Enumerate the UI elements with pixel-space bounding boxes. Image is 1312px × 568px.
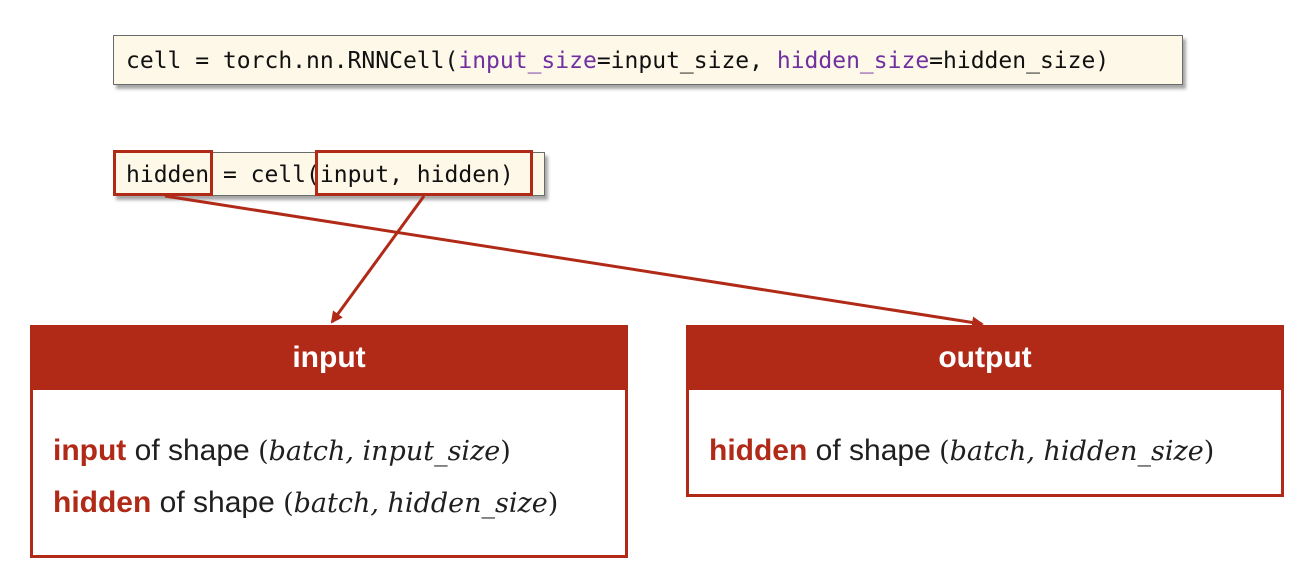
term-hidden: hidden xyxy=(709,434,808,467)
input-box: input input of shape (batch, input_size)… xyxy=(30,325,628,558)
output-box: output hidden of shape (batch, hidden_si… xyxy=(686,325,1284,497)
math-input-shape: batch, input_size xyxy=(268,436,501,467)
math-close-paren: ) xyxy=(1203,436,1215,467)
math-close-paren: ) xyxy=(500,436,511,467)
arrow-args-to-input xyxy=(330,195,426,324)
output-box-title: output xyxy=(689,328,1281,390)
shape-text: of shape xyxy=(151,486,284,519)
math-open-paren: ( xyxy=(939,436,950,467)
term-input: input xyxy=(53,434,127,467)
shape-text: of shape xyxy=(126,434,259,467)
shape-text: of shape xyxy=(807,434,940,467)
math-open-paren: ( xyxy=(258,436,269,467)
input-row-hidden: hidden of shape (batch, hidden_size) xyxy=(33,486,625,520)
input-box-title: input xyxy=(33,328,625,390)
input-row-input: input of shape (batch, input_size) xyxy=(33,434,625,468)
arrow-hidden-to-output xyxy=(164,194,984,329)
math-hidden-shape: batch, hidden_size xyxy=(293,488,548,519)
math-hidden-shape: batch, hidden_size xyxy=(949,436,1204,467)
math-close-paren: ) xyxy=(547,488,559,519)
output-row-hidden: hidden of shape (batch, hidden_size) xyxy=(689,434,1281,468)
math-open-paren: ( xyxy=(283,488,294,519)
term-hidden: hidden xyxy=(53,486,152,519)
